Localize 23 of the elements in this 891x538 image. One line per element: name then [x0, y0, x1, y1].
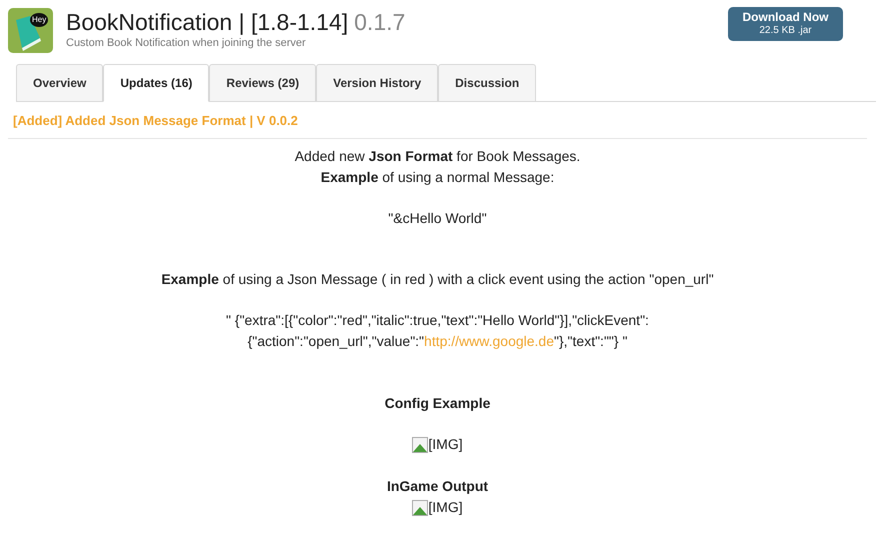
section-heading: InGame Output — [386, 477, 488, 496]
paragraph: Example of using a normal Message: — [320, 168, 554, 187]
resource-title: BookNotification | [1.8-1.14] — [66, 8, 348, 36]
tab[interactable]: Overview — [16, 64, 104, 101]
broken-image-icon — [412, 500, 428, 516]
tab[interactable]: Updates (16) — [103, 64, 210, 102]
section-heading: Config Example — [384, 394, 490, 413]
broken-image-icon — [412, 436, 428, 452]
tab[interactable]: Reviews (29) — [209, 64, 316, 101]
image-placeholder-text: [IMG] — [428, 435, 463, 454]
resource-tagline: Custom Book Notification when joining the server — [66, 36, 307, 50]
paragraph: Example of using a Json Message ( in red ) with a click event using the action "open_url" — [161, 270, 714, 289]
version-number: 0.1.7 — [354, 8, 406, 36]
image-placeholder-text: [IMG] — [428, 498, 463, 517]
paragraph: Added new Json Format for Book Messages. — [294, 147, 580, 166]
tab[interactable]: Version History — [316, 64, 438, 101]
tab[interactable]: Discussion — [438, 64, 536, 101]
json-snippet: " {"extra":[{"color":"red","italic":true,"text":"Hello World"}],"clickEvent": {"action":"open_url","value":"http://www.google.de"},"text":""} " — [225, 311, 650, 351]
update-title: [Added] Added Json Message Format | V 0.0.2 — [13, 112, 299, 130]
download-button[interactable]: Download Now 22.5 KB .jar — [728, 7, 843, 41]
speech-bubble-label: Hey — [32, 15, 46, 25]
book-icon — [8, 8, 53, 53]
paragraph: "&cHello World" — [388, 209, 487, 228]
